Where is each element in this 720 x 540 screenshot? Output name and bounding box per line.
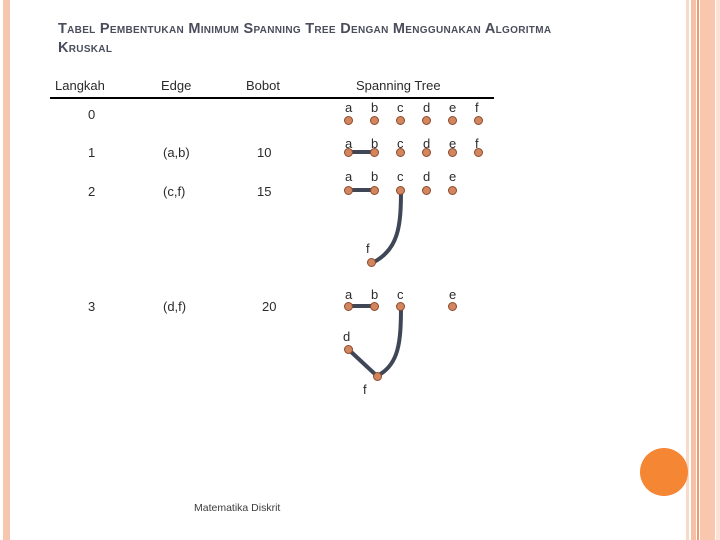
table-cell-edge: (d,f) — [163, 299, 187, 314]
table-cell-weight: 20 — [262, 299, 277, 314]
table-cell-weight: 15 — [257, 184, 272, 199]
table-cell-weight: 10 — [257, 145, 272, 160]
table-row: 2 — [88, 184, 96, 199]
table-cell-edge: (a,b) — [163, 145, 190, 160]
column-header-bobot: Bobot — [246, 78, 280, 93]
table-row: 3 — [88, 299, 96, 314]
column-header-spanning-tree: Spanning Tree — [356, 78, 441, 93]
table-cell-edge: (c,f) — [163, 184, 186, 199]
footer-text: Matematika Diskrit — [194, 502, 281, 514]
column-header-langkah: Langkah — [55, 78, 105, 93]
column-header-edge: Edge — [161, 78, 192, 93]
header-divider — [50, 97, 494, 99]
table-row: 0 — [88, 107, 96, 122]
table-row: 1 — [88, 145, 96, 160]
spanning-tree-table: Langkah Edge Bobot Spanning Tree 0 1 (a,… — [0, 0, 720, 540]
